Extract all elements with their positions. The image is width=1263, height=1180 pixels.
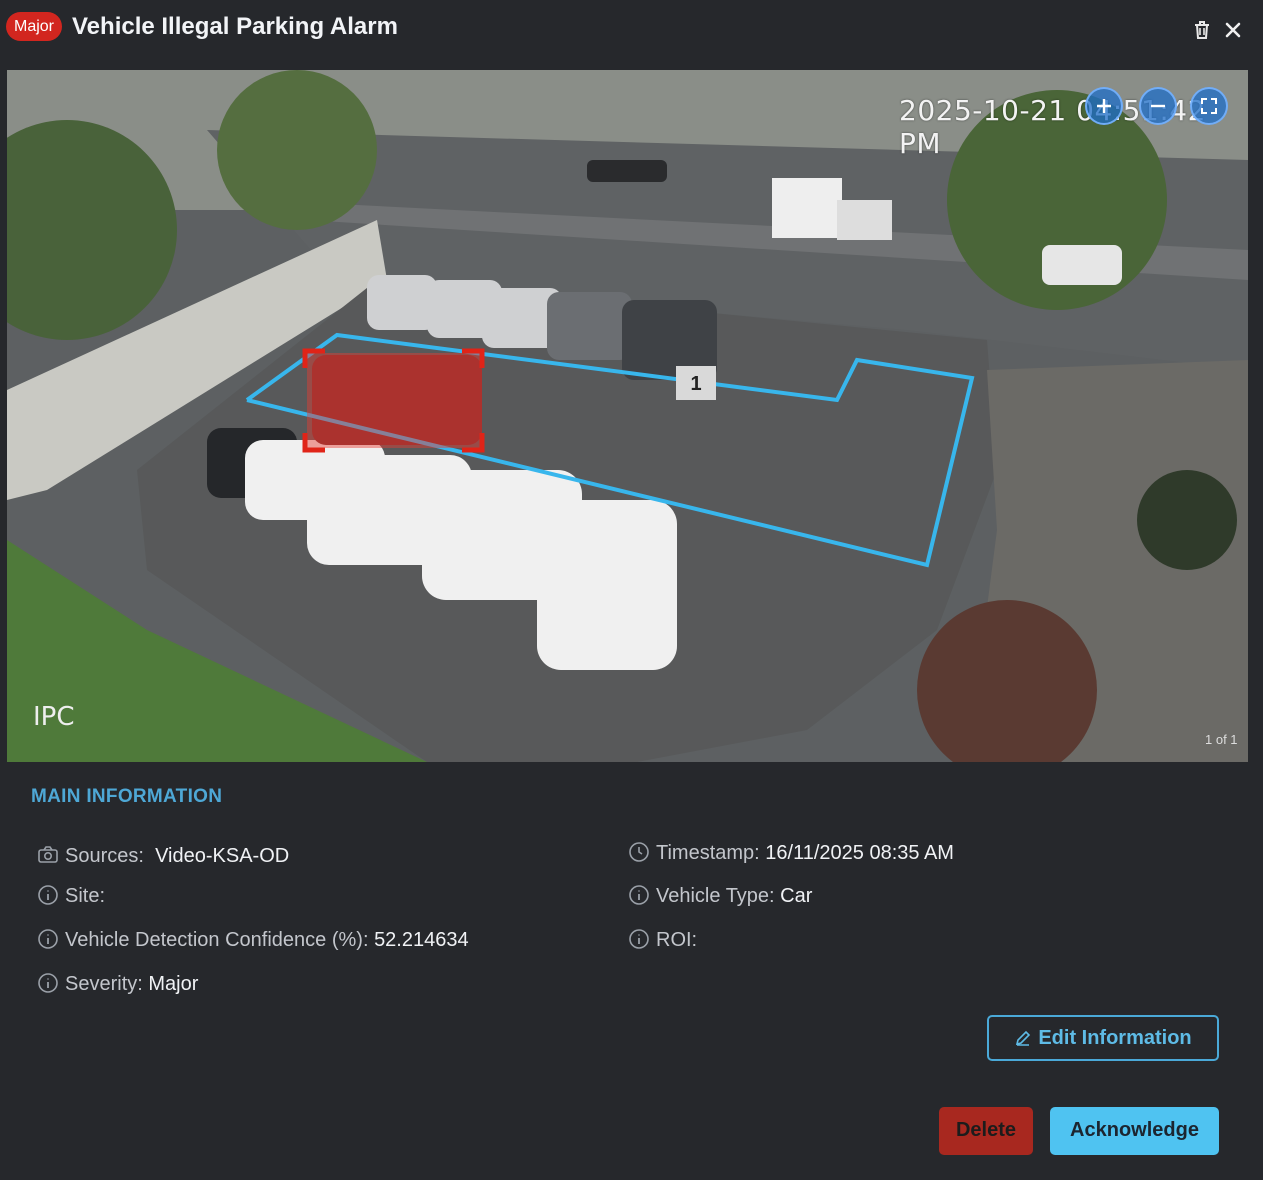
roi-row: ROI: xyxy=(628,927,697,953)
confidence-row: Vehicle Detection Confidence (%): 52.214… xyxy=(37,927,469,953)
close-icon[interactable] xyxy=(1221,18,1245,42)
timestamp-row: Timestamp: 16/11/2025 08:35 AM xyxy=(628,840,954,866)
fullscreen-icon[interactable] xyxy=(1190,87,1228,125)
clock-icon xyxy=(628,841,650,863)
timestamp-label: Timestamp: xyxy=(656,842,760,864)
trash-icon[interactable] xyxy=(1190,18,1214,42)
zoom-out-icon[interactable] xyxy=(1139,87,1177,125)
severity-label: Severity: xyxy=(65,973,143,995)
dialog-header: Major Vehicle Illegal Parking Alarm xyxy=(0,0,1263,60)
image-pager: 1 of 1 xyxy=(1205,732,1238,747)
vehicle-type-label: Vehicle Type: xyxy=(656,885,775,907)
info-icon xyxy=(628,928,650,950)
section-title: MAIN INFORMATION xyxy=(31,786,223,807)
severity-value: Major xyxy=(148,973,199,995)
delete-button[interactable]: Delete xyxy=(939,1107,1033,1155)
pencil-icon xyxy=(1016,1030,1031,1046)
zoom-in-icon[interactable] xyxy=(1085,87,1123,125)
edit-information-button[interactable]: Edit Information xyxy=(987,1015,1219,1061)
sources-row: Sources: Video-KSA-OD xyxy=(37,843,289,869)
confidence-value: 52.214634 xyxy=(374,929,469,951)
sources-value: Video-KSA-OD xyxy=(155,845,290,867)
info-icon xyxy=(37,928,59,950)
vehicle-type-row: Vehicle Type: Car xyxy=(628,883,812,909)
sources-label: Sources: xyxy=(65,845,144,867)
camera-label: IPC xyxy=(33,702,75,732)
roi-label: ROI: xyxy=(656,929,698,951)
vehicle-type-value: Car xyxy=(780,885,813,907)
site-row: Site: xyxy=(37,883,105,909)
parking-lot-scene: 1 xyxy=(7,70,1248,762)
acknowledge-button[interactable]: Acknowledge xyxy=(1050,1107,1219,1155)
severity-badge: Major xyxy=(6,12,63,41)
info-icon xyxy=(37,884,59,906)
camera-icon xyxy=(37,844,59,866)
camera-snapshot[interactable]: 1 2025-10-21 04:51:42 PM IPC 1 of 1 xyxy=(7,70,1248,762)
dialog-title: Vehicle Illegal Parking Alarm xyxy=(72,13,398,40)
edit-information-label: Edit Information xyxy=(1038,1027,1192,1049)
timestamp-value: 16/11/2025 08:35 AM xyxy=(765,842,954,864)
site-label: Site: xyxy=(65,885,106,907)
info-icon xyxy=(628,884,650,906)
info-icon xyxy=(37,972,59,994)
roi-number-label: 1 xyxy=(690,373,701,395)
confidence-label: Vehicle Detection Confidence (%): xyxy=(65,929,369,951)
severity-row: Severity: Major xyxy=(37,971,198,997)
